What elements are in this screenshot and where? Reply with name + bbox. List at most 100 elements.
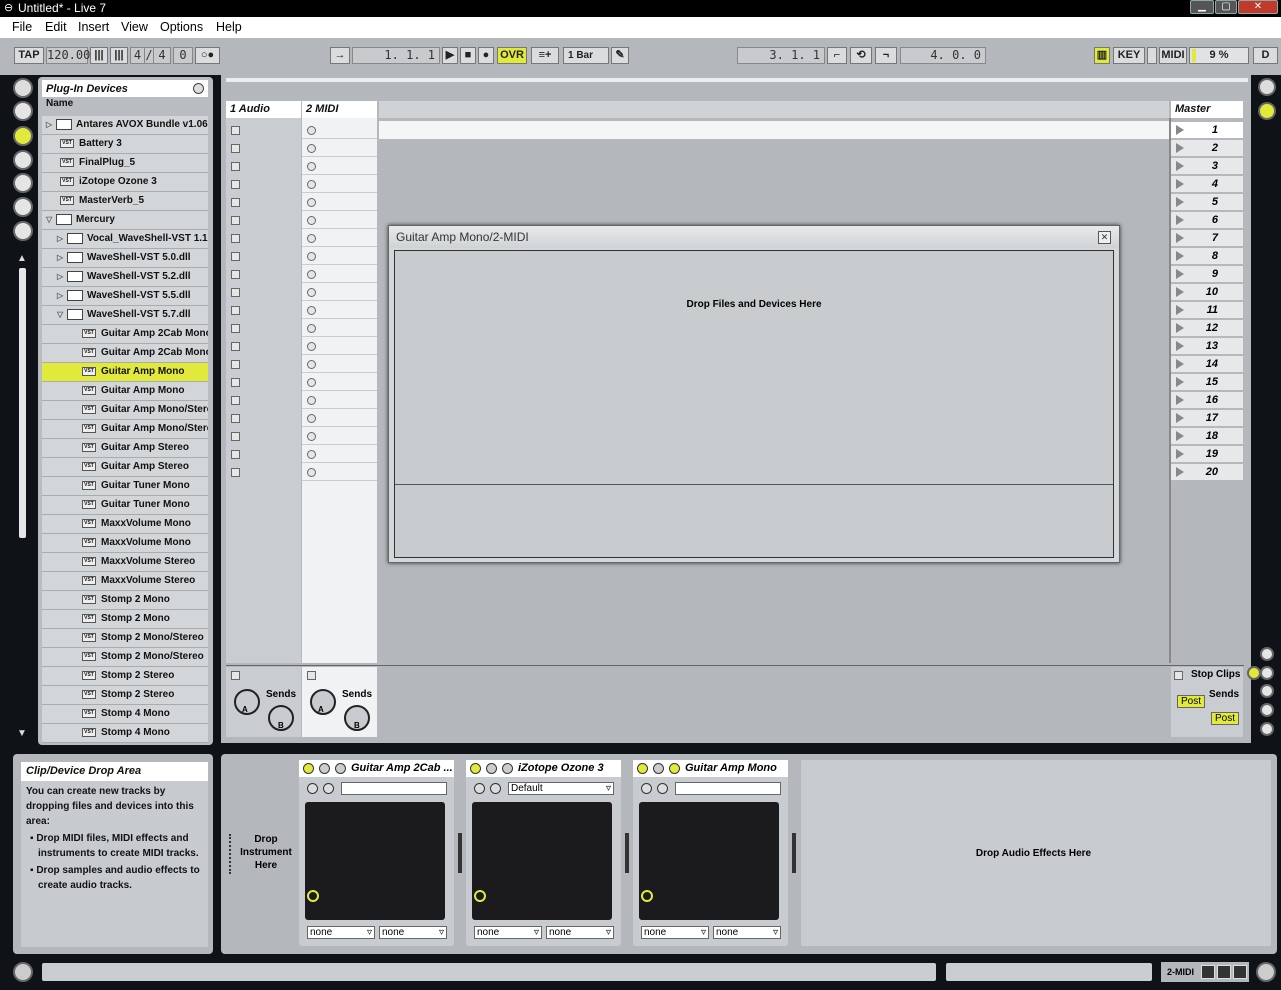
metronome-field[interactable]: 0 <box>173 47 193 64</box>
device-config-icon[interactable] <box>490 783 501 794</box>
punch-out-icon[interactable]: ¬ <box>875 47 897 64</box>
scene-launch[interactable]: 6 <box>1171 212 1243 229</box>
browser-item[interactable]: ▷ WaveShell-VST 5.5.dll <box>42 287 208 306</box>
plugin-window-titlebar[interactable]: Guitar Amp Mono/2-MIDI ✕ <box>389 226 1119 248</box>
scene-play-icon[interactable] <box>1176 413 1184 423</box>
play-icon[interactable]: ▶ <box>442 47 458 64</box>
midi-map-button[interactable]: MIDI <box>1159 47 1187 64</box>
expand-down-icon[interactable]: ▽ <box>46 211 56 229</box>
show-detail-icon[interactable] <box>1256 962 1276 982</box>
device-config-icon[interactable] <box>323 783 334 794</box>
minimize-icon[interactable]: ▁ <box>1190 0 1214 14</box>
scene-launch[interactable]: 13 <box>1171 338 1243 355</box>
hot-swap-icon[interactable] <box>13 221 33 241</box>
browser-item[interactable]: VST Stomp 4 Mono <box>42 705 208 724</box>
tempo-field[interactable]: 120.00 <box>46 47 90 64</box>
scene-launch[interactable]: 1 <box>1171 122 1243 139</box>
track-header-audio[interactable]: 1 Audio <box>226 101 301 118</box>
send-a-knob-midi[interactable]: A <box>310 689 336 715</box>
scene-play-icon[interactable] <box>1176 341 1184 351</box>
audio-clip-slot[interactable] <box>231 144 240 153</box>
browser-item[interactable]: VST Guitar Amp Mono/Stereo <box>42 420 208 439</box>
audio-clip-slot[interactable] <box>231 180 240 189</box>
overview-bar[interactable] <box>226 78 1248 82</box>
browser-item[interactable]: ▽ WaveShell-VST 5.7.dll <box>42 306 208 325</box>
plugin-devices-icon[interactable] <box>13 126 33 146</box>
browser-item[interactable]: VST Guitar Tuner Mono <box>42 496 208 515</box>
device-title[interactable]: Guitar Amp Mono <box>633 760 788 777</box>
audio-clip-slot[interactable] <box>231 306 240 315</box>
device-fold-icon[interactable] <box>653 763 664 774</box>
audio-clip-slot[interactable] <box>231 162 240 171</box>
file-browser-2-icon[interactable] <box>13 173 33 193</box>
track-header-master[interactable]: Master <box>1171 101 1243 118</box>
scene-play-icon[interactable] <box>1176 305 1184 315</box>
scene-play-icon[interactable] <box>1176 215 1184 225</box>
scene-launch[interactable]: 16 <box>1171 392 1243 409</box>
device-edit-icon[interactable] <box>335 763 346 774</box>
xy-pad[interactable] <box>639 802 779 920</box>
arrangement-position[interactable]: 1. 1. 1 <box>352 47 440 64</box>
maximize-icon[interactable]: ▢ <box>1215 0 1237 14</box>
scene-play-icon[interactable] <box>1176 449 1184 459</box>
xy-pad-handle[interactable] <box>474 890 486 902</box>
scene-play-icon[interactable] <box>1176 251 1184 261</box>
post-button-b[interactable]: Post <box>1211 712 1240 725</box>
audio-clip-slot[interactable] <box>231 126 240 135</box>
device-title[interactable]: Guitar Amp 2Cab ... <box>299 760 454 777</box>
xy-pad[interactable] <box>472 802 612 920</box>
mixer-toggle-icon[interactable] <box>1260 684 1274 698</box>
scene-play-icon[interactable] <box>1176 467 1184 477</box>
session-view-icon[interactable] <box>1258 102 1276 120</box>
xy-pad-handle[interactable] <box>641 890 653 902</box>
device-save-icon[interactable] <box>641 783 652 794</box>
scene-play-icon[interactable] <box>1176 377 1184 387</box>
scene-play-icon[interactable] <box>1176 125 1184 135</box>
scene-launch[interactable]: 17 <box>1171 410 1243 427</box>
menu-insert[interactable]: Insert <box>78 20 109 34</box>
expand-right-icon[interactable]: ▷ <box>57 230 67 248</box>
browser-item[interactable]: VST MasterVerb_5 <box>42 192 208 211</box>
scene-launch[interactable]: 18 <box>1171 428 1243 445</box>
nudge-up-button[interactable]: ||| <box>110 47 128 64</box>
scene-launch[interactable]: 8 <box>1171 248 1243 265</box>
scene-play-icon[interactable] <box>1176 359 1184 369</box>
scene-play-icon[interactable] <box>1176 323 1184 333</box>
preset-dropdown[interactable] <box>341 782 447 795</box>
y-param-select[interactable]: none ▿ <box>546 926 614 939</box>
draw-mode-icon[interactable]: ✎ <box>611 47 629 64</box>
key-map-button[interactable]: KEY <box>1113 47 1145 64</box>
browser-item[interactable]: VST Guitar Amp 2Cab Mono <box>42 325 208 344</box>
y-param-select[interactable]: none ▿ <box>379 926 447 939</box>
browser-item[interactable]: VST Guitar Amp Stereo <box>42 458 208 477</box>
browser-item[interactable]: VST Battery 3 <box>42 135 208 154</box>
browser-item[interactable]: VST Stomp 2 Mono/Stereo <box>42 629 208 648</box>
scene-launch[interactable]: 19 <box>1171 446 1243 463</box>
crossfader-toggle-icon[interactable] <box>1260 722 1274 736</box>
device-save-icon[interactable] <box>307 783 318 794</box>
audio-clip-slot[interactable] <box>231 234 240 243</box>
delay-toggle-icon[interactable] <box>1260 703 1274 717</box>
browser-item[interactable]: VST Stomp 2 Mono/Stereo <box>42 648 208 667</box>
overdub-button[interactable]: OVR <box>497 47 527 64</box>
audio-clip-slot[interactable] <box>231 270 240 279</box>
post-button-a[interactable]: Post <box>1177 695 1206 708</box>
close-icon[interactable]: ✕ <box>1238 0 1278 14</box>
browser-item[interactable]: VST iZotope Ozone 3 <box>42 173 208 192</box>
expand-right-icon[interactable]: ▷ <box>57 268 67 286</box>
follow-icon[interactable]: → <box>330 47 350 64</box>
browser-item[interactable]: VST MaxxVolume Mono <box>42 515 208 534</box>
audio-clip-slot[interactable] <box>231 198 240 207</box>
io-toggle-icon[interactable] <box>1260 647 1274 661</box>
expand-down-icon[interactable]: ▽ <box>57 306 67 324</box>
browser-item[interactable]: VST Guitar Amp Mono <box>42 382 208 401</box>
device-resize-handle[interactable] <box>458 833 462 873</box>
menu-edit[interactable]: Edit <box>45 20 67 34</box>
device-edit-icon[interactable] <box>502 763 513 774</box>
detail-device-icon[interactable] <box>1233 965 1247 979</box>
preset-dropdown[interactable] <box>675 782 781 795</box>
scene-play-icon[interactable] <box>1176 143 1184 153</box>
browser-options-icon[interactable] <box>193 83 204 94</box>
loop-start-field[interactable]: 3. 1. 1 <box>737 47 825 64</box>
scene-play-icon[interactable] <box>1176 269 1184 279</box>
